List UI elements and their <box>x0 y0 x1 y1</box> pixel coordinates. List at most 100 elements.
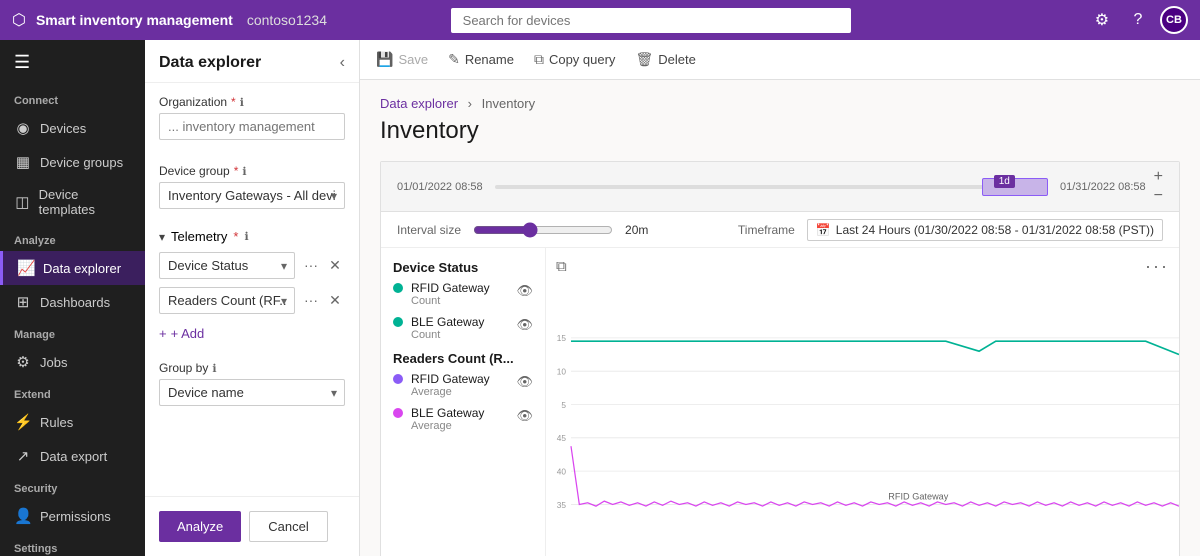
cancel-button[interactable]: Cancel <box>249 511 327 542</box>
sidebar-item-dashboards[interactable]: ⊞ Dashboards <box>0 285 145 319</box>
toolbar: 💾 Save ✎ Rename ⧉ Copy query 🗑 Delete <box>360 40 1200 80</box>
rfid-count-visibility-icon[interactable]: 👁 <box>516 283 533 299</box>
sidebar-item-device-templates[interactable]: ◫ Device templates <box>0 179 145 225</box>
telemetry-row-1: Readers Count (RF... ··· ✕ <box>159 287 345 314</box>
breadcrumb: Data explorer › Inventory <box>380 96 1180 111</box>
chart-container: 01/01/2022 08:58 1d 01/31/2022 08:58 + −… <box>380 161 1180 556</box>
ble-avg-sub: Average <box>411 420 484 432</box>
ble-count-visibility-icon[interactable]: 👁 <box>516 317 533 333</box>
telemetry-required: * <box>233 229 238 244</box>
tenant-name: contoso1234 <box>247 12 327 28</box>
device-group-select[interactable]: Inventory Gateways - All devices <box>159 182 345 209</box>
sidebar-item-jobs[interactable]: ⚙ Jobs <box>0 345 145 379</box>
telemetry-more-icon-0[interactable]: ··· <box>301 257 321 274</box>
panel-close-icon[interactable]: ‹ <box>340 54 345 72</box>
sidebar-item-permissions[interactable]: 👤 Permissions <box>0 499 145 533</box>
topbar: ⬡ Smart inventory management contoso1234… <box>0 0 1200 40</box>
chart-plot-header: ⧉ ··· <box>546 248 1179 277</box>
settings-icon[interactable]: ⚙ <box>1088 6 1116 34</box>
breadcrumb-parent[interactable]: Data explorer <box>380 96 458 111</box>
sidebar-item-data-export[interactable]: ↗ Data export <box>0 439 145 473</box>
zoom-in-button[interactable]: + <box>1154 169 1163 185</box>
sidebar-label-data-explorer: Data explorer <box>43 261 121 276</box>
calendar-icon: 📅 <box>816 223 831 237</box>
telemetry-remove-icon-0[interactable]: ✕ <box>325 257 345 274</box>
app-name: Smart inventory management <box>36 12 233 28</box>
search-input[interactable] <box>451 8 851 33</box>
telemetry-row-0: Device Status ··· ✕ <box>159 252 345 279</box>
telemetry-more-icon-1[interactable]: ··· <box>301 292 321 309</box>
zoom-out-button[interactable]: − <box>1154 188 1163 204</box>
sidebar-item-devices[interactable]: ◉ Devices <box>0 111 145 145</box>
telemetry-remove-icon-1[interactable]: ✕ <box>325 292 345 309</box>
timeline-bar: 01/01/2022 08:58 1d 01/31/2022 08:58 + − <box>381 162 1179 212</box>
telemetry-row-1-icons: ··· ✕ <box>301 292 345 309</box>
sidebar-item-device-groups[interactable]: ▦ Device groups <box>0 145 145 179</box>
ble-avg-name: BLE Gateway <box>411 406 484 420</box>
sidebar-label-device-groups: Device groups <box>40 155 123 170</box>
copy-query-button[interactable]: ⧉ Copy query <box>534 51 615 68</box>
sidebar-label-device-templates: Device templates <box>39 187 131 217</box>
organization-label: Organization * ℹ <box>159 95 345 109</box>
analyze-button[interactable]: Analyze <box>159 511 241 542</box>
data-export-icon: ↗ <box>14 447 32 465</box>
rfid-avg-dot <box>393 374 403 384</box>
group-by-label: Group by ℹ <box>159 361 345 375</box>
rfid-avg-name: RFID Gateway <box>411 372 490 386</box>
ble-avg-visibility-icon[interactable]: 👁 <box>516 408 533 424</box>
sidebar-item-rules[interactable]: ⚡ Rules <box>0 405 145 439</box>
organization-input[interactable] <box>159 113 345 140</box>
telemetry-select-0[interactable]: Device Status <box>159 252 295 279</box>
chart-more-button[interactable]: ··· <box>1145 256 1169 277</box>
sidebar-item-data-explorer[interactable]: 📈 Data explorer <box>0 251 145 285</box>
legend-device-status-title: Device Status <box>393 260 533 275</box>
ble-avg-dot <box>393 408 403 418</box>
telemetry-collapse-icon[interactable]: ▾ <box>159 230 165 244</box>
rfid-count-sub: Count <box>411 295 490 307</box>
telemetry-select-1[interactable]: Readers Count (RF... <box>159 287 295 314</box>
timeframe-selector[interactable]: 📅 Last 24 Hours (01/30/2022 08:58 - 01/3… <box>807 219 1163 241</box>
sidebar-section-extend: Extend <box>0 379 145 405</box>
save-icon: 💾 <box>376 51 393 68</box>
rfid-avg-visibility-icon[interactable]: 👁 <box>516 374 533 390</box>
timeline-end: 01/31/2022 08:58 <box>1060 181 1146 193</box>
telemetry-select-wrapper-0: Device Status <box>159 252 295 279</box>
ble-count-sub: Count <box>411 329 484 341</box>
timeframe-text: Last 24 Hours (01/30/2022 08:58 - 01/31/… <box>836 223 1154 237</box>
device-groups-icon: ▦ <box>14 153 32 171</box>
sidebar-section-manage: Manage <box>0 319 145 345</box>
telemetry-row-0-icons: ··· ✕ <box>301 257 345 274</box>
sidebar-label-permissions: Permissions <box>40 509 111 524</box>
add-icon: + <box>159 326 167 341</box>
rfid-count-name: RFID Gateway <box>411 281 490 295</box>
rfid-avg-texts: RFID Gateway Average <box>411 372 490 398</box>
chart-body: Device Status RFID Gateway Count 👁 <box>381 248 1179 556</box>
interval-bar: Interval size 20m Timeframe 📅 Last 24 Ho… <box>381 212 1179 248</box>
legend-item-ble-avg: BLE Gateway Average 👁 <box>393 406 533 432</box>
dg-info-icon: ℹ <box>242 165 246 178</box>
timeline-badge: 1d <box>994 175 1015 188</box>
group-by-section: Group by ℹ Device name <box>145 353 359 420</box>
ble-count-name: BLE Gateway <box>411 315 484 329</box>
timeline-start: 01/01/2022 08:58 <box>397 181 483 193</box>
add-telemetry-button[interactable]: + + Add <box>159 322 345 345</box>
rename-button[interactable]: ✎ Rename <box>448 51 514 68</box>
save-button[interactable]: 💾 Save <box>376 51 428 68</box>
hamburger-icon[interactable]: ☰ <box>0 40 145 85</box>
chart-svg: 15 10 5 45 40 35 RFID Gateway <box>546 277 1179 556</box>
interval-slider[interactable] <box>473 222 613 238</box>
ble-avg-texts: BLE Gateway Average <box>411 406 484 432</box>
telemetry-info-icon: ℹ <box>244 230 248 243</box>
sidebar-section-settings: Settings <box>0 533 145 556</box>
group-by-select[interactable]: Device name <box>159 379 345 406</box>
delete-label: Delete <box>658 52 696 67</box>
help-icon[interactable]: ? <box>1124 6 1152 34</box>
ble-count-texts: BLE Gateway Count <box>411 315 484 341</box>
timeline-track[interactable]: 1d <box>495 177 1048 197</box>
layers-icon[interactable]: ⧉ <box>556 258 567 275</box>
telemetry-select-wrapper-1: Readers Count (RF... <box>159 287 295 314</box>
avatar[interactable]: CB <box>1160 6 1188 34</box>
delete-button[interactable]: 🗑 Delete <box>635 51 695 68</box>
panel-footer: Analyze Cancel <box>145 496 359 556</box>
sidebar-label-dashboards: Dashboards <box>40 295 110 310</box>
